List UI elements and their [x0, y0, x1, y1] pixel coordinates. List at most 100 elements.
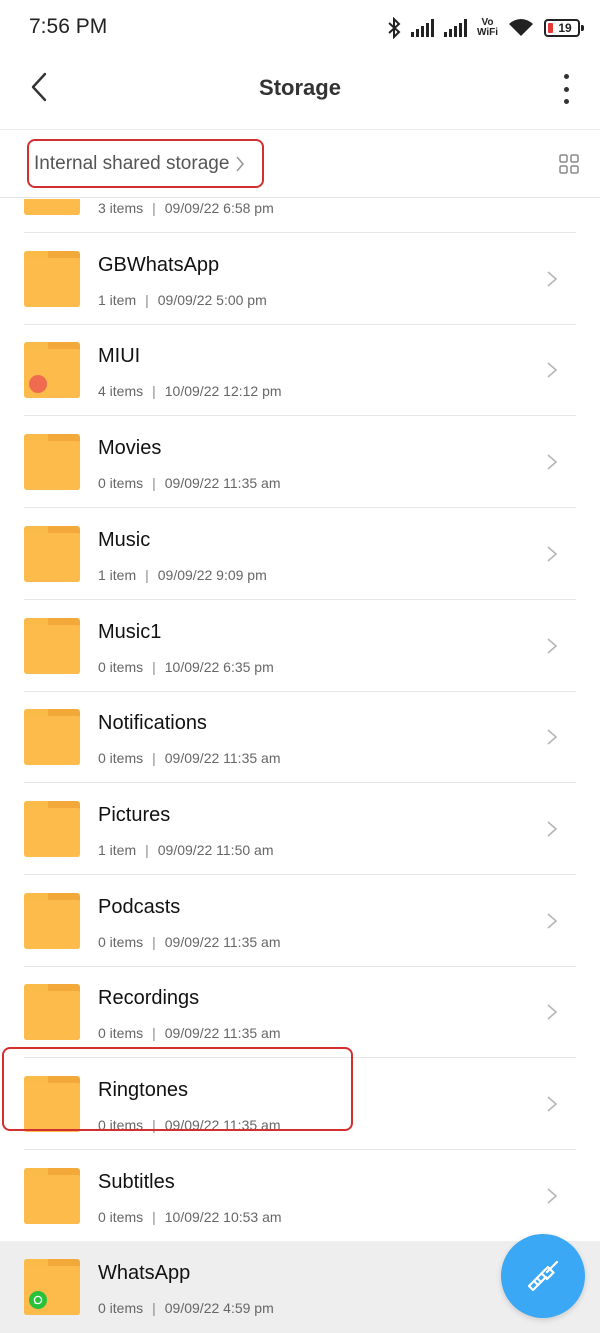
folder-row-partial[interactable]: 3 items | 09/09/22 6:58 pm [0, 199, 600, 233]
folder-name: Subtitles [98, 1170, 175, 1193]
folder-modified-date: 10/09/22 10:53 am [164, 1208, 282, 1225]
chevron-right-icon [547, 546, 558, 562]
meta-separator: | [152, 1208, 156, 1225]
folder-meta: 4 items | 10/09/22 12:12 pm [98, 383, 282, 399]
folder-row-miui[interactable]: MIUI 4 items | 10/09/22 12:12 pm [0, 324, 600, 417]
folder-meta: 3 items | 09/09/22 6:58 pm [98, 200, 274, 216]
folder-name: Pictures [98, 803, 171, 826]
chevron-right-icon [547, 912, 558, 929]
folder-meta: 0 items | 09/09/22 11:35 am [98, 1117, 280, 1133]
folder-modified-date: 09/09/22 5:00 pm [157, 291, 267, 308]
folder-meta: 0 items | 09/09/22 11:35 am [98, 750, 280, 766]
meta-separator: | [152, 200, 156, 216]
app-bar: Storage [0, 56, 600, 128]
folder-item-count: 0 items [98, 933, 144, 950]
folder-name: Music [98, 528, 151, 551]
broom-icon [527, 1260, 559, 1292]
page-title: Storage [259, 75, 341, 100]
breadcrumb-label: Internal shared storage [34, 152, 230, 174]
folder-icon [24, 342, 80, 399]
signal-icon [410, 19, 434, 37]
folder-modified-date: 09/09/22 11:35 am [164, 1025, 281, 1042]
folder-meta: 0 items | 10/09/22 6:35 pm [98, 659, 274, 675]
folder-item-count: 0 items [98, 1025, 144, 1042]
meta-separator: | [152, 658, 156, 675]
folder-row-music[interactable]: Music 1 item | 09/09/22 9:09 pm [0, 508, 600, 600]
chevron-right-icon [547, 1188, 558, 1204]
chevron-right-icon [547, 637, 558, 654]
folder-name: Movies [98, 437, 162, 460]
breadcrumb[interactable]: Internal shared storage [27, 139, 264, 188]
folder-row-notifications[interactable]: Notifications 0 items | 09/09/22 11:35 am [0, 691, 600, 784]
battery-level: 19 [558, 21, 572, 35]
chevron-right-icon [547, 1004, 558, 1020]
folder-row-ringtones[interactable]: Ringtones 0 items | 09/09/22 11:35 am [0, 1058, 600, 1150]
folder-modified-date: 09/09/22 6:58 pm [164, 200, 274, 216]
chevron-right-icon [547, 362, 558, 378]
folder-modified-date: 09/09/22 9:09 pm [157, 566, 267, 583]
meta-separator: | [152, 933, 156, 950]
status-bar: 7:56 PM Vo WiFi 19 [0, 0, 600, 56]
meta-separator: | [152, 475, 156, 492]
folder-icon [24, 709, 80, 766]
folder-name: Podcasts [98, 895, 181, 918]
cleaner-fab-button[interactable] [501, 1234, 585, 1318]
folder-modified-date: 10/09/22 12:12 pm [164, 383, 282, 400]
folder-item-count: 0 items [98, 1117, 144, 1133]
status-icons: Vo WiFi 19 [387, 14, 584, 42]
folder-modified-date: 09/09/22 11:35 am [164, 750, 281, 767]
folder-row-subtitles[interactable]: Subtitles 0 items | 10/09/22 10:53 am [0, 1150, 600, 1242]
meta-separator: | [145, 841, 149, 858]
folder-name: Music1 [98, 620, 162, 643]
folder-meta: 0 items | 09/09/22 4:59 pm [98, 1300, 274, 1316]
meta-separator: | [152, 383, 156, 400]
meta-separator: | [152, 1300, 156, 1317]
folder-item-count: 0 items [98, 750, 144, 767]
chevron-right-icon [547, 729, 558, 745]
signal-icon [443, 19, 467, 37]
folder-name: Notifications [98, 712, 207, 735]
folder-meta: 1 item | 09/09/22 9:09 pm [98, 567, 267, 583]
folder-modified-date: 09/09/22 11:50 am [157, 841, 274, 858]
folder-name: Ringtones [98, 1079, 189, 1101]
folder-meta: 1 item | 09/09/22 11:50 am [98, 842, 273, 858]
folder-item-count: 0 items [98, 1300, 144, 1317]
folder-item-count: 1 item [98, 841, 137, 858]
folder-row-music1[interactable]: Music1 0 items | 10/09/22 6:35 pm [0, 600, 600, 692]
folder-icon [24, 984, 80, 1041]
folder-name: GBWhatsApp [98, 253, 220, 276]
folder-meta: 1 item | 09/09/22 5:00 pm [98, 292, 267, 308]
battery-icon: 19 [544, 19, 584, 37]
vowifi-bottom-label: WiFi [476, 27, 498, 38]
folder-row-gbwhatsapp[interactable]: GBWhatsApp 1 item | 09/09/22 5:00 pm [0, 233, 600, 325]
folder-item-count: 1 item [98, 566, 137, 583]
folder-row-pictures[interactable]: Pictures 1 item | 09/09/22 11:50 am [0, 783, 600, 875]
bluetooth-icon [388, 17, 401, 39]
meta-separator: | [152, 1025, 156, 1042]
grid-view-icon[interactable] [559, 154, 579, 174]
chevron-right-icon [547, 454, 558, 470]
folder-icon [24, 250, 80, 307]
folder-icon [24, 434, 80, 491]
chevron-right-icon [547, 271, 558, 287]
meta-separator: | [145, 566, 149, 583]
folder-meta: 0 items | 09/09/22 11:35 am [98, 475, 280, 491]
folder-item-count: 0 items [98, 1208, 144, 1225]
more-options-button[interactable] [558, 74, 574, 104]
folder-icon [24, 800, 80, 857]
folder-item-count: 1 item [98, 291, 137, 308]
folder-row-podcasts[interactable]: Podcasts 0 items | 09/09/22 11:35 am [0, 875, 600, 967]
more-vertical-icon [563, 74, 569, 79]
folder-icon [24, 525, 80, 582]
folder-row-recordings[interactable]: Recordings 0 items | 09/09/22 11:35 am [0, 966, 600, 1059]
folder-icon [24, 892, 80, 949]
folder-item-count: 4 items [98, 383, 144, 400]
folder-icon [24, 1167, 80, 1224]
folder-row-movies[interactable]: Movies 0 items | 09/09/22 11:35 am [0, 416, 600, 509]
folder-icon [24, 617, 80, 674]
chevron-right-icon [547, 821, 558, 837]
folder-list: 3 items | 09/09/22 6:58 pm GBWhatsApp 1 item… [0, 199, 600, 1333]
vowifi-icon: Vo WiFi [477, 18, 498, 38]
folder-name: Recordings [98, 987, 200, 1010]
folder-item-count: 3 items [98, 200, 144, 216]
